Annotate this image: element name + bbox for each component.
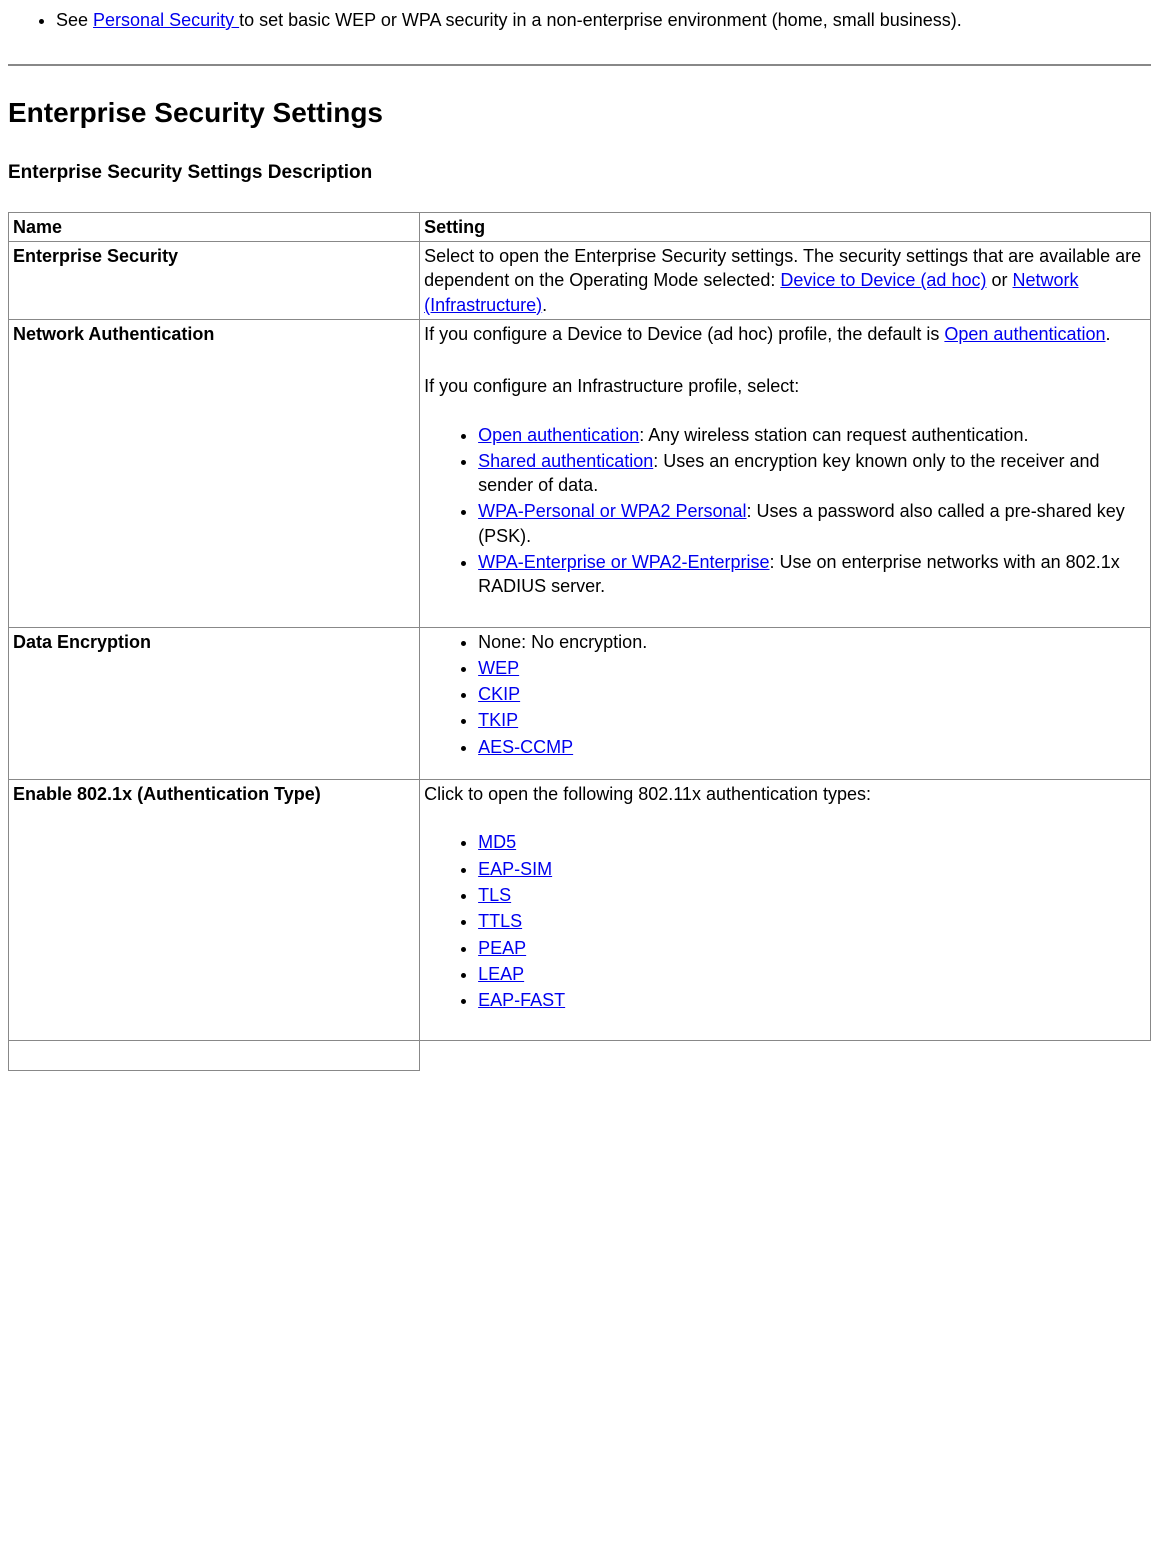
list-item: AES-CCMP	[478, 735, 1146, 759]
top-note-list: See Personal Security to set basic WEP o…	[8, 8, 1151, 32]
table-row: Enable 802.1x (Authentication Type) Clic…	[9, 780, 1151, 1041]
list-item: WPA-Personal or WPA2 Personal: Uses a pa…	[478, 499, 1146, 548]
peap-link[interactable]: PEAP	[478, 938, 526, 958]
open-authentication-link[interactable]: Open authentication	[478, 425, 639, 445]
row-setting: None: No encryption. WEP CKIP TKIP AES-C…	[420, 627, 1151, 779]
list-item: Shared authentication: Uses an encryptio…	[478, 449, 1146, 498]
list-item: MD5	[478, 830, 1146, 854]
list-item: EAP-FAST	[478, 988, 1146, 1012]
open-authentication-link[interactable]: Open authentication	[944, 324, 1105, 344]
list-item: WPA-Enterprise or WPA2-Enterprise: Use o…	[478, 550, 1146, 599]
aes-ccmp-link[interactable]: AES-CCMP	[478, 737, 573, 757]
list-item: PEAP	[478, 936, 1146, 960]
table-row: Data Encryption None: No encryption. WEP…	[9, 627, 1151, 779]
auth-options-list: Open authentication: Any wireless statio…	[424, 423, 1146, 599]
page-subheading: Enterprise Security Settings Description	[8, 160, 1151, 186]
text: : Any wireless station can request authe…	[639, 425, 1028, 445]
page-heading: Enterprise Security Settings	[8, 94, 1151, 132]
text: .	[542, 295, 547, 315]
paragraph: Click to open the following 802.11x auth…	[424, 782, 1146, 806]
paragraph: If you configure a Device to Device (ad …	[424, 322, 1146, 346]
table-header-row: Name Setting	[9, 212, 1151, 241]
top-note-item: See Personal Security to set basic WEP o…	[56, 8, 1151, 32]
column-header-name: Name	[9, 212, 420, 241]
list-item: Open authentication: Any wireless statio…	[478, 423, 1146, 447]
table-row	[9, 1041, 1151, 1070]
list-item: TKIP	[478, 708, 1146, 732]
list-item: EAP-SIM	[478, 857, 1146, 881]
text: .	[1106, 324, 1111, 344]
column-header-setting: Setting	[420, 212, 1151, 241]
row-name: Network Authentication	[9, 319, 420, 627]
ttls-link[interactable]: TTLS	[478, 911, 522, 931]
row-name: Enable 802.1x (Authentication Type)	[9, 780, 420, 1041]
wpa-enterprise-link[interactable]: WPA-Enterprise or WPA2-Enterprise	[478, 552, 769, 572]
auth-types-list: MD5 EAP-SIM TLS TTLS PEAP LEAP EAP-FAST	[424, 830, 1146, 1012]
row-name: Data Encryption	[9, 627, 420, 779]
paragraph: If you configure an Infrastructure profi…	[424, 374, 1146, 398]
top-note-prefix: See	[56, 10, 93, 30]
tkip-link[interactable]: TKIP	[478, 710, 518, 730]
wep-link[interactable]: WEP	[478, 658, 519, 678]
row-name	[9, 1041, 420, 1070]
list-item: WEP	[478, 656, 1146, 680]
text: or	[986, 270, 1012, 290]
table-row: Enterprise Security Select to open the E…	[9, 242, 1151, 320]
leap-link[interactable]: LEAP	[478, 964, 524, 984]
ckip-link[interactable]: CKIP	[478, 684, 520, 704]
list-item: TLS	[478, 883, 1146, 907]
list-item: LEAP	[478, 962, 1146, 986]
eap-sim-link[interactable]: EAP-SIM	[478, 859, 552, 879]
device-to-device-link[interactable]: Device to Device (ad hoc)	[780, 270, 986, 290]
list-item: TTLS	[478, 909, 1146, 933]
row-name: Enterprise Security	[9, 242, 420, 320]
md5-link[interactable]: MD5	[478, 832, 516, 852]
shared-authentication-link[interactable]: Shared authentication	[478, 451, 653, 471]
top-note-suffix: to set basic WEP or WPA security in a no…	[239, 10, 962, 30]
encryption-list: None: No encryption. WEP CKIP TKIP AES-C…	[424, 630, 1146, 759]
row-setting: If you configure a Device to Device (ad …	[420, 319, 1151, 627]
text: If you configure a Device to Device (ad …	[424, 324, 944, 344]
list-item: CKIP	[478, 682, 1146, 706]
tls-link[interactable]: TLS	[478, 885, 511, 905]
personal-security-link[interactable]: Personal Security	[93, 10, 239, 30]
row-setting: Click to open the following 802.11x auth…	[420, 780, 1151, 1041]
table-row: Network Authentication If you configure …	[9, 319, 1151, 627]
settings-table: Name Setting Enterprise Security Select …	[8, 212, 1151, 1071]
wpa-personal-link[interactable]: WPA-Personal or WPA2 Personal	[478, 501, 746, 521]
row-setting	[420, 1041, 1151, 1070]
eap-fast-link[interactable]: EAP-FAST	[478, 990, 565, 1010]
list-item: None: No encryption.	[478, 630, 1146, 654]
row-setting: Select to open the Enterprise Security s…	[420, 242, 1151, 320]
divider	[8, 64, 1151, 66]
